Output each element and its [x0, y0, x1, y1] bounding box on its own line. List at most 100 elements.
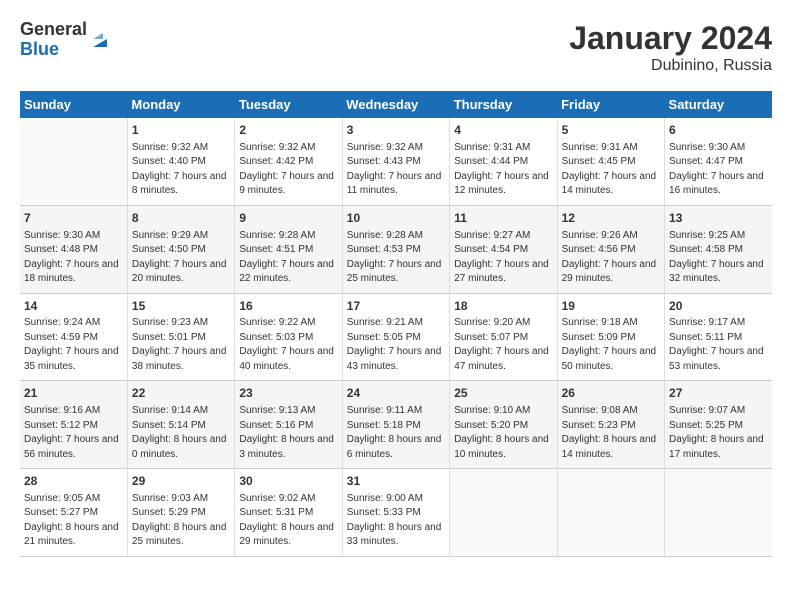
cell-content: Sunrise: 9:23 AMSunset: 5:01 PMDaylight:… [132, 316, 230, 374]
calendar-cell: 27 Sunrise: 9:07 AMSunset: 5:25 PMDayligh… [665, 381, 772, 469]
day-number: 5 [562, 122, 660, 139]
week-row-5: 28 Sunrise: 9:05 AMSunset: 5:27 PMDayligh… [20, 469, 772, 557]
calendar-cell: 20Sunrise: 9:17 AMSunset: 5:11 PMDayligh… [665, 293, 772, 381]
week-row-4: 21 Sunrise: 9:16 AMSunset: 5:12 PMDayligh… [20, 381, 772, 469]
day-number: 21 [24, 385, 123, 402]
day-number: 23 [239, 385, 337, 402]
day-number: 6 [669, 122, 768, 139]
cell-content: Sunrise: 9:10 AMSunset: 5:20 PMDaylight:… [454, 404, 552, 462]
day-number: 30 [239, 473, 337, 490]
calendar-cell: 14Sunrise: 9:24 AMSunset: 4:59 PMDayligh… [20, 293, 127, 381]
calendar-cell: 1 Sunrise: 9:32 AMSunset: 4:40 PMDaylight… [127, 118, 234, 205]
calendar-cell: 28 Sunrise: 9:05 AMSunset: 5:27 PMDayligh… [20, 469, 127, 557]
day-number: 29 [132, 473, 230, 490]
header: General Blue January 2024 Dubinino, Russ… [20, 20, 772, 75]
cell-content: Sunrise: 9:27 AMSunset: 4:54 PMDaylight:… [454, 229, 552, 287]
weekday-header-thursday: Thursday [450, 91, 557, 118]
calendar-cell: 25 Sunrise: 9:10 AMSunset: 5:20 PMDayligh… [450, 381, 557, 469]
calendar-cell: 26Sunrise: 9:08 AMSunset: 5:23 PMDayligh… [557, 381, 664, 469]
calendar-cell: 15Sunrise: 9:23 AMSunset: 5:01 PMDayligh… [127, 293, 234, 381]
day-number: 4 [454, 122, 552, 139]
logo: General Blue [20, 20, 111, 60]
day-number: 18 [454, 298, 552, 315]
weekday-header-tuesday: Tuesday [235, 91, 342, 118]
day-number: 7 [24, 210, 123, 227]
cell-content: Sunrise: 9:21 AMSunset: 5:05 PMDaylight:… [347, 316, 445, 374]
calendar-cell: 21 Sunrise: 9:16 AMSunset: 5:12 PMDayligh… [20, 381, 127, 469]
logo-line1: General [20, 20, 87, 40]
calendar-cell [450, 469, 557, 557]
cell-content: Sunrise: 9:03 AMSunset: 5:29 PMDaylight:… [132, 492, 230, 550]
cell-content: Sunrise: 9:11 AMSunset: 5:18 PMDaylight:… [347, 404, 445, 462]
day-number: 1 [132, 122, 230, 139]
calendar-cell: 24 Sunrise: 9:11 AMSunset: 5:18 PMDayligh… [342, 381, 449, 469]
cell-content: Sunrise: 9:17 AMSunset: 5:11 PMDaylight:… [669, 316, 768, 374]
day-number: 13 [669, 210, 768, 227]
title-block: January 2024 Dubinino, Russia [569, 20, 772, 75]
cell-content: Sunrise: 9:30 AMSunset: 4:48 PMDaylight:… [24, 229, 123, 287]
calendar-cell: 29 Sunrise: 9:03 AMSunset: 5:29 PMDayligh… [127, 469, 234, 557]
weekday-header-saturday: Saturday [665, 91, 772, 118]
cell-content: Sunrise: 9:20 AMSunset: 5:07 PMDaylight:… [454, 316, 552, 374]
day-number: 9 [239, 210, 337, 227]
cell-content: Sunrise: 9:26 AMSunset: 4:56 PMDaylight:… [562, 229, 660, 287]
day-number: 28 [24, 473, 123, 490]
calendar-cell [20, 118, 127, 205]
calendar-cell: 22 Sunrise: 9:14 AMSunset: 5:14 PMDayligh… [127, 381, 234, 469]
week-row-1: 1 Sunrise: 9:32 AMSunset: 4:40 PMDaylight… [20, 118, 772, 205]
day-number: 15 [132, 298, 230, 315]
day-number: 27 [669, 385, 768, 402]
calendar-table: SundayMondayTuesdayWednesdayThursdayFrid… [20, 91, 772, 557]
day-number: 31 [347, 473, 445, 490]
calendar-cell: 5Sunrise: 9:31 AMSunset: 4:45 PMDaylight… [557, 118, 664, 205]
calendar-cell [665, 469, 772, 557]
day-number: 25 [454, 385, 552, 402]
calendar-cell: 19Sunrise: 9:18 AMSunset: 5:09 PMDayligh… [557, 293, 664, 381]
calendar-cell: 11 Sunrise: 9:27 AMSunset: 4:54 PMDayligh… [450, 205, 557, 293]
day-number: 16 [239, 298, 337, 315]
weekday-header-row: SundayMondayTuesdayWednesdayThursdayFrid… [20, 91, 772, 118]
cell-content: Sunrise: 9:08 AMSunset: 5:23 PMDaylight:… [562, 404, 660, 462]
calendar-cell: 16Sunrise: 9:22 AMSunset: 5:03 PMDayligh… [235, 293, 342, 381]
weekday-header-wednesday: Wednesday [342, 91, 449, 118]
calendar-title: January 2024 [569, 20, 772, 57]
day-number: 2 [239, 122, 337, 139]
day-number: 12 [562, 210, 660, 227]
week-row-2: 7 Sunrise: 9:30 AMSunset: 4:48 PMDaylight… [20, 205, 772, 293]
day-number: 10 [347, 210, 445, 227]
cell-content: Sunrise: 9:05 AMSunset: 5:27 PMDaylight:… [24, 492, 123, 550]
cell-content: Sunrise: 9:32 AMSunset: 4:43 PMDaylight:… [347, 141, 445, 199]
cell-content: Sunrise: 9:07 AMSunset: 5:25 PMDaylight:… [669, 404, 768, 462]
calendar-cell: 10Sunrise: 9:28 AMSunset: 4:53 PMDayligh… [342, 205, 449, 293]
cell-content: Sunrise: 9:24 AMSunset: 4:59 PMDaylight:… [24, 316, 123, 374]
day-number: 11 [454, 210, 552, 227]
calendar-cell: 2 Sunrise: 9:32 AMSunset: 4:42 PMDaylight… [235, 118, 342, 205]
week-row-3: 14Sunrise: 9:24 AMSunset: 4:59 PMDayligh… [20, 293, 772, 381]
day-number: 19 [562, 298, 660, 315]
weekday-header-friday: Friday [557, 91, 664, 118]
calendar-cell: 9Sunrise: 9:28 AMSunset: 4:51 PMDaylight… [235, 205, 342, 293]
cell-content: Sunrise: 9:29 AMSunset: 4:50 PMDaylight:… [132, 229, 230, 287]
cell-content: Sunrise: 9:25 AMSunset: 4:58 PMDaylight:… [669, 229, 768, 287]
calendar-cell: 12 Sunrise: 9:26 AMSunset: 4:56 PMDayligh… [557, 205, 664, 293]
calendar-cell: 17Sunrise: 9:21 AMSunset: 5:05 PMDayligh… [342, 293, 449, 381]
weekday-header-sunday: Sunday [20, 91, 127, 118]
cell-content: Sunrise: 9:22 AMSunset: 5:03 PMDaylight:… [239, 316, 337, 374]
calendar-cell: 4 Sunrise: 9:31 AMSunset: 4:44 PMDaylight… [450, 118, 557, 205]
cell-content: Sunrise: 9:14 AMSunset: 5:14 PMDaylight:… [132, 404, 230, 462]
calendar-cell: 8 Sunrise: 9:29 AMSunset: 4:50 PMDaylight… [127, 205, 234, 293]
cell-content: Sunrise: 9:16 AMSunset: 5:12 PMDaylight:… [24, 404, 123, 462]
calendar-subtitle: Dubinino, Russia [569, 57, 772, 75]
cell-content: Sunrise: 9:32 AMSunset: 4:40 PMDaylight:… [132, 141, 230, 199]
calendar-cell: 13 Sunrise: 9:25 AMSunset: 4:58 PMDayligh… [665, 205, 772, 293]
cell-content: Sunrise: 9:30 AMSunset: 4:47 PMDaylight:… [669, 141, 768, 199]
cell-content: Sunrise: 9:31 AMSunset: 4:44 PMDaylight:… [454, 141, 552, 199]
day-number: 8 [132, 210, 230, 227]
cell-content: Sunrise: 9:00 AMSunset: 5:33 PMDaylight:… [347, 492, 445, 550]
day-number: 24 [347, 385, 445, 402]
cell-content: Sunrise: 9:18 AMSunset: 5:09 PMDaylight:… [562, 316, 660, 374]
day-number: 14 [24, 298, 123, 315]
cell-content: Sunrise: 9:32 AMSunset: 4:42 PMDaylight:… [239, 141, 337, 199]
day-number: 22 [132, 385, 230, 402]
logo-line2: Blue [20, 40, 87, 60]
